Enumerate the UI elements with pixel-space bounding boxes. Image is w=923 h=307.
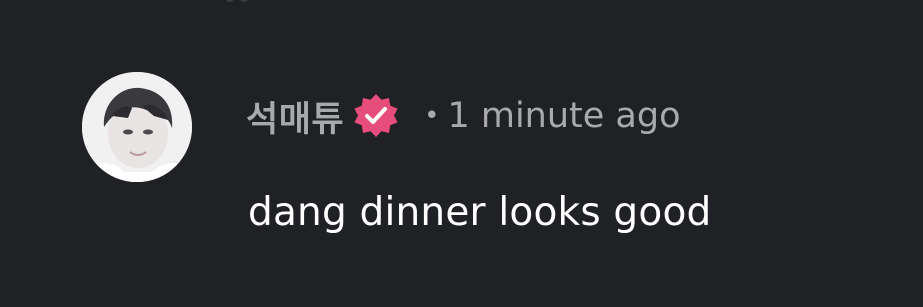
comment-item: 석매튜 • 1 minute ago dang dinner looks goo…: [82, 72, 882, 252]
comment-text: dang dinner looks good: [248, 190, 712, 235]
comment-header: 석매튜 • 1 minute ago: [246, 88, 681, 144]
verified-badge-icon: [352, 92, 400, 140]
avatar[interactable]: [82, 72, 192, 182]
timestamp: 1 minute ago: [447, 96, 681, 136]
username[interactable]: 석매튜: [246, 91, 344, 142]
avatar-image: [82, 72, 192, 182]
previous-content-fragment: [225, 0, 255, 4]
separator-dot: •: [424, 101, 440, 131]
